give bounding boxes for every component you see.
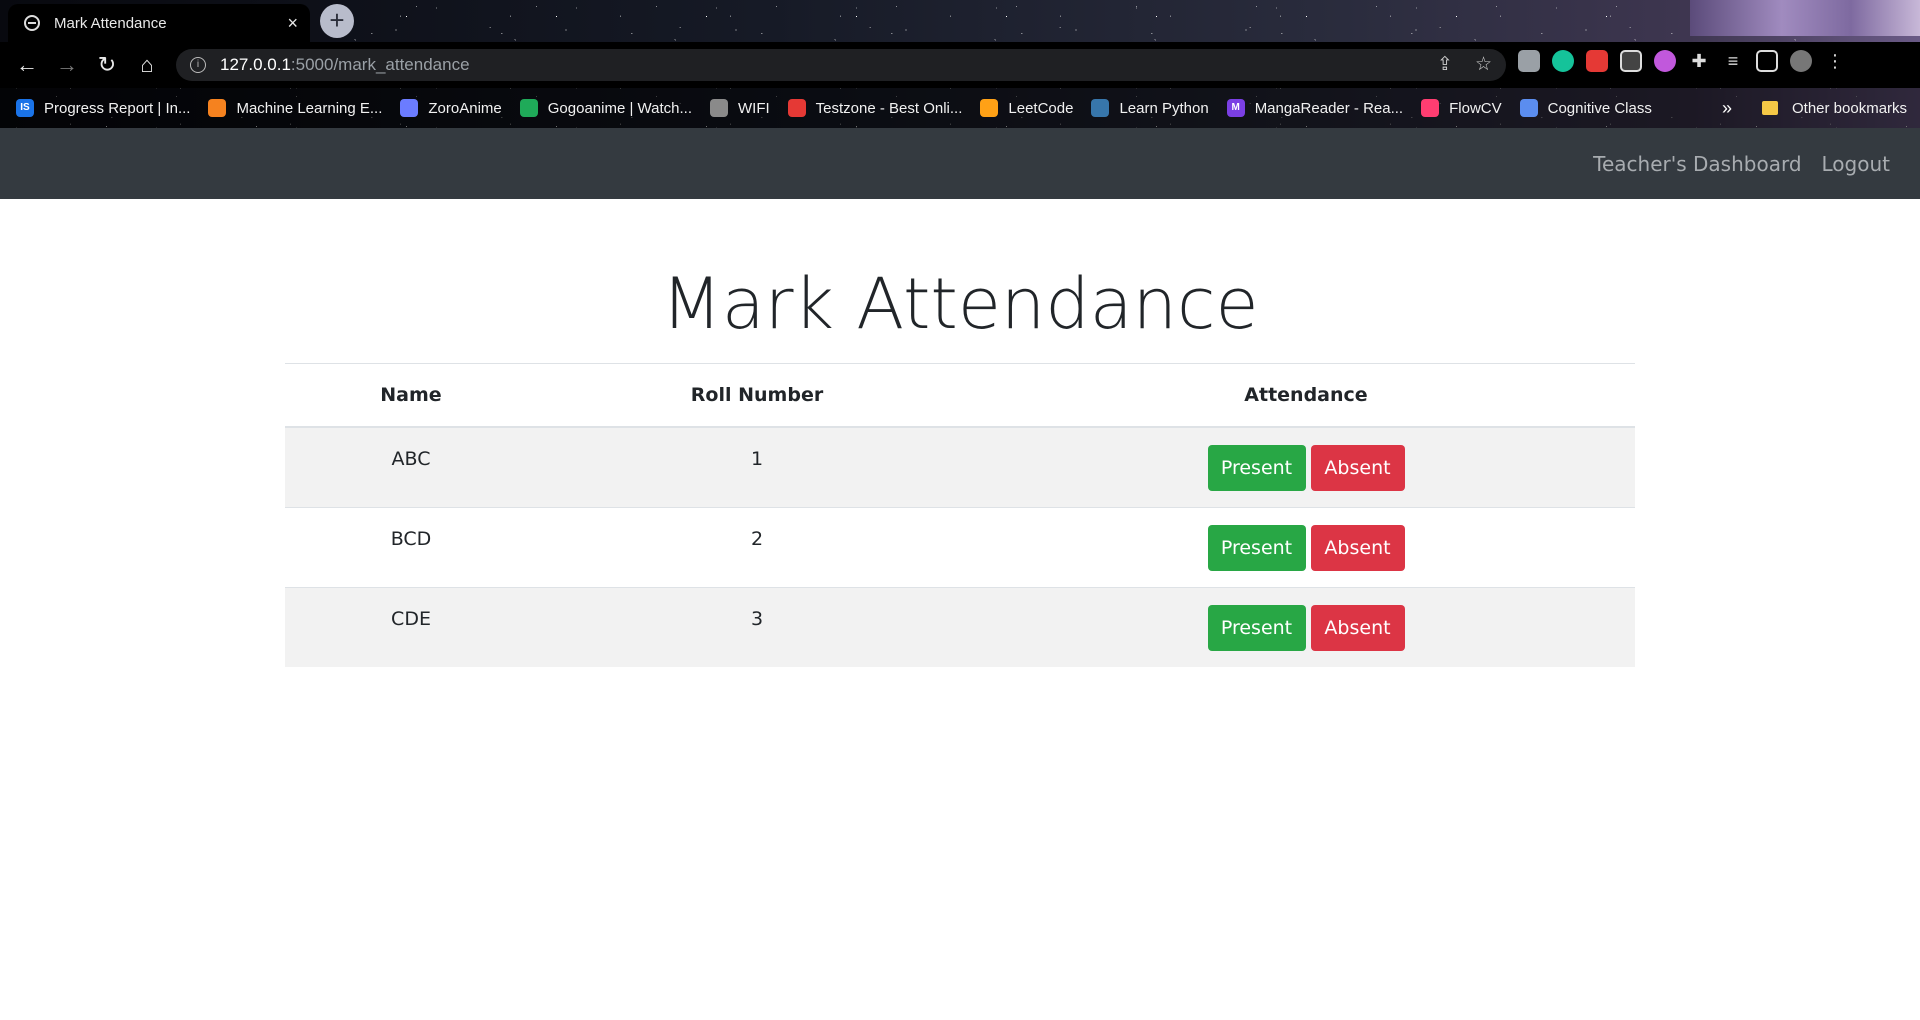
side-panel-icon[interactable] — [1756, 50, 1778, 72]
tab-mark-attendance[interactable]: Mark Attendance × — [8, 4, 310, 42]
table-row: BCD 2 Present Absent — [285, 507, 1635, 588]
attendance-cell: Present Absent — [977, 507, 1635, 588]
roll-number: 1 — [750, 447, 764, 470]
star-icon[interactable]: ☆ — [1475, 53, 1492, 76]
absent-button[interactable]: Absent — [1310, 604, 1405, 651]
new-tab-button[interactable]: + — [320, 4, 354, 38]
bookmark-item[interactable]: Gogoanime | Watch... — [519, 99, 692, 117]
extension-icon[interactable] — [1654, 50, 1676, 72]
bookmark-item[interactable]: ZoroAnime — [400, 99, 502, 117]
present-button[interactable]: Present — [1207, 444, 1306, 491]
url-path: :5000/mark_attendance — [290, 55, 470, 74]
page-title: Mark Attendance — [661, 263, 1259, 345]
student-name: ABC — [391, 447, 431, 470]
bookmark-item[interactable]: Machine Learning E... — [208, 99, 382, 117]
app-navbar: Teacher's Dashboard Logout — [0, 128, 1920, 199]
forward-arrow-icon[interactable]: → — [52, 50, 82, 80]
menu-icon[interactable]: ⋮ — [1824, 50, 1846, 72]
roll-number-cell: 1 — [537, 426, 977, 508]
roll-number: 3 — [750, 607, 764, 630]
teachers-dashboard-link[interactable]: Teacher's Dashboard — [1593, 152, 1801, 176]
bookmark-label: Testzone - Best Onli... — [815, 99, 963, 117]
bookmark-label: FlowCV — [1449, 99, 1502, 117]
bookmarks-bar: IS Progress Report | In... Machine Learnin… — [0, 88, 1920, 128]
roll-number-cell: 3 — [537, 587, 977, 667]
student-name-cell: BCD — [285, 507, 537, 588]
bookmark-favicon-icon — [787, 99, 806, 117]
student-name: CDE — [391, 607, 431, 630]
tab-close-icon[interactable]: × — [287, 14, 298, 32]
browser-toolbar: ← → ↻ ⌂ i 127.0.0.1:5000/mark_attendance… — [0, 42, 1920, 88]
back-arrow-icon[interactable]: ← — [12, 50, 42, 80]
bookmark-label: Learn Python — [1119, 99, 1209, 117]
bookmark-item[interactable]: WIFI — [710, 99, 770, 117]
tab-bar: Mark Attendance × + — [0, 0, 1920, 42]
absent-button[interactable]: Absent — [1310, 444, 1405, 491]
extensions-area: ✚ ≡ ⋮ — [1518, 50, 1846, 72]
avatar[interactable] — [1790, 50, 1812, 72]
extension-icon[interactable] — [1620, 50, 1642, 72]
bookmark-favicon-icon — [1421, 99, 1440, 117]
bookmark-favicon-icon: M — [1226, 99, 1245, 117]
bookmark-item[interactable]: Cognitive Class — [1519, 99, 1652, 117]
attendance-cell: Present Absent — [977, 426, 1635, 508]
table-row: CDE 3 Present Absent — [285, 587, 1635, 667]
bookmark-favicon-icon: IS — [16, 99, 34, 117]
nav-links: Teacher's Dashboard Logout — [1593, 128, 1890, 199]
reading-list-icon[interactable]: ≡ — [1722, 50, 1744, 72]
extension-icon[interactable] — [1586, 50, 1608, 72]
bookmark-label: LeetCode — [1008, 99, 1074, 117]
bookmark-label: Cognitive Class — [1547, 99, 1652, 117]
bookmark-label: Progress Report | In... — [44, 99, 191, 117]
browser-chrome: Mark Attendance × + ← → ↻ ⌂ i 127.0.0.1:… — [0, 0, 1920, 128]
table-header-row: Name Roll Number Attendance — [285, 363, 1635, 428]
reload-icon[interactable]: ↻ — [92, 50, 122, 80]
bookmark-favicon-icon — [208, 99, 227, 117]
profile-thumbnail — [1690, 0, 1920, 36]
bookmark-favicon-icon — [710, 99, 728, 117]
roll-number: 2 — [750, 527, 764, 550]
home-icon[interactable]: ⌂ — [132, 50, 162, 80]
bookmark-favicon-icon — [1519, 99, 1538, 117]
column-header-attendance: Attendance — [977, 363, 1635, 428]
bookmark-favicon-icon — [400, 99, 419, 117]
roll-number-cell: 2 — [537, 507, 977, 588]
bookmark-item[interactable]: LeetCode — [980, 99, 1073, 117]
share-icon[interactable]: ⇪ — [1437, 53, 1453, 76]
present-button[interactable]: Present — [1207, 524, 1306, 571]
bookmark-item[interactable]: Learn Python — [1091, 99, 1209, 117]
student-name-cell: ABC — [285, 426, 537, 508]
bookmark-favicon-icon — [980, 99, 999, 117]
bookmark-label: Gogoanime | Watch... — [547, 99, 692, 117]
grammarly-icon[interactable] — [1552, 50, 1574, 72]
column-header-roll-number: Roll Number — [537, 363, 977, 428]
bookmark-label: ZoroAnime — [428, 99, 502, 117]
bookmark-label: WIFI — [738, 99, 770, 117]
bookmark-item[interactable]: M MangaReader - Rea... — [1226, 99, 1404, 117]
bookmark-favicon-icon — [519, 99, 538, 117]
extension-icon[interactable] — [1518, 50, 1540, 72]
bookmark-item[interactable]: Testzone - Best Onli... — [787, 99, 963, 117]
absent-button[interactable]: Absent — [1310, 524, 1405, 571]
puzzle-icon[interactable]: ✚ — [1688, 50, 1710, 72]
url-host: 127.0.0.1 — [220, 55, 291, 74]
bookmark-item[interactable]: FlowCV — [1421, 99, 1502, 117]
address-bar[interactable]: i 127.0.0.1:5000/mark_attendance ⇪ ☆ — [176, 49, 1506, 81]
bookmark-favicon-icon — [1091, 99, 1110, 117]
tab-title: Mark Attendance — [54, 14, 167, 32]
present-button[interactable]: Present — [1207, 604, 1306, 651]
bookmark-item[interactable]: IS Progress Report | In... — [16, 99, 190, 117]
bookmark-label: MangaReader - Rea... — [1254, 99, 1404, 117]
student-name: BCD — [390, 527, 432, 550]
globe-icon — [24, 15, 40, 31]
site-info-icon[interactable]: i — [190, 57, 206, 73]
logout-link[interactable]: Logout — [1822, 152, 1890, 176]
attendance-table: Name Roll Number Attendance ABC 1 Presen… — [285, 363, 1635, 667]
bookmark-label: Machine Learning E... — [236, 99, 383, 117]
attendance-cell: Present Absent — [977, 587, 1635, 667]
column-header-name: Name — [285, 363, 537, 428]
table-row: ABC 1 Present Absent — [285, 426, 1635, 508]
student-name-cell: CDE — [285, 587, 537, 667]
